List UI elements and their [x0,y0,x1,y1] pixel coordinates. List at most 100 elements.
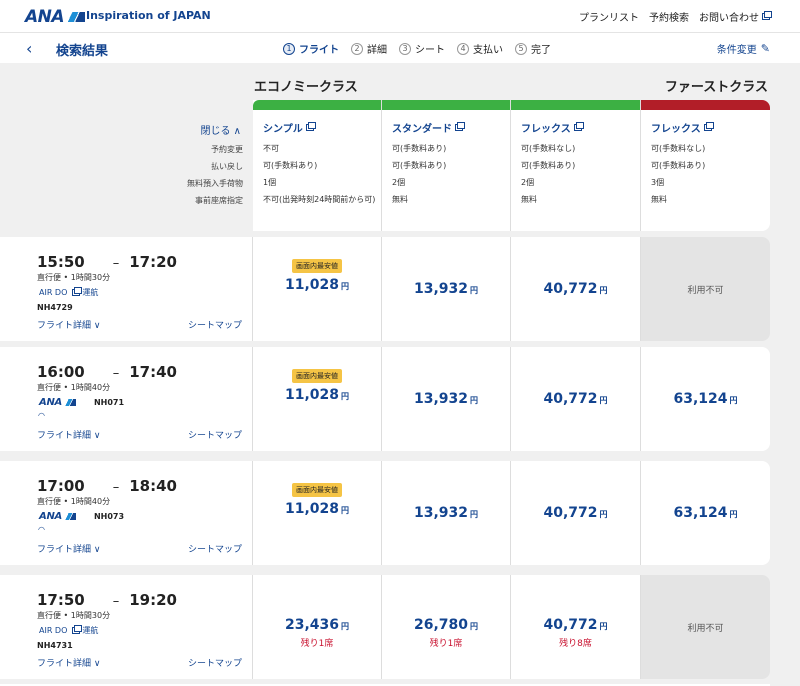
arrival-time: 17:20 [129,253,177,271]
ana-logo-mark-icon [63,399,76,406]
fare-cell: 2個 [521,178,535,187]
lowest-price-badge: 画面内最安値 [292,369,342,383]
price-cell-standard[interactable]: 26,780 円 残り1席 [382,575,511,679]
flight-detail-link[interactable]: フライト詳細 ∨ [37,542,100,555]
price-cell-simple[interactable]: 画面内最安値 11,028 円 [253,461,382,565]
fare-cell: 可(手数料あり) [392,144,447,153]
price-cell-standard[interactable]: 13,932 円 [382,461,511,565]
seatmap-link[interactable]: シートマップ [188,656,242,669]
flight-row: 15:50 –17:20 直行便 • 1時間30分 AIR DO 運航 NH4729… [0,237,770,341]
fare-column-flex: フレックス 可(手数料なし) 可(手数料あり) 2個 無料 [511,100,641,231]
price-cell-flex[interactable]: 40,772 円 残り8席 [511,575,641,679]
price: 40,772 円 [511,391,640,407]
time-separator: – [112,480,120,495]
fare-cell: 可(手数料なし) [651,144,706,153]
currency-unit: 円 [341,506,350,515]
fare-name-flex[interactable]: フレックス [521,120,640,135]
fare-cell: 可(手数料あり) [392,161,447,170]
ana-logo-mark-icon [65,12,86,22]
price-cell-flex[interactable]: 40,772 円 [511,347,641,451]
flight-number: NH073 [93,512,125,521]
price: 26,780 円 [382,617,510,633]
step-seat: 3 シート [399,41,445,56]
fare-rows: 可(手数料あり) 可(手数料あり) 2個 無料 [392,143,510,211]
flight-duration: 直行便 • 1時間40分 [37,497,111,506]
step-number: 3 [399,42,411,55]
flight-detail-link[interactable]: フライト詳細 ∨ [37,318,100,331]
external-link-icon [305,122,316,131]
operating-carrier: ANA NH073 [39,511,124,522]
currency-unit: 円 [599,510,608,519]
price-cell-standard[interactable]: 13,932 円 [382,347,511,451]
price: 13,932 円 [382,281,510,297]
price: 40,772 円 [511,505,640,521]
fare-name-simple[interactable]: シンプル [263,120,381,135]
fare-cell: 1個 [263,178,277,187]
price-cell-flex[interactable]: 40,772 円 [511,461,641,565]
top-header: ANA Inspiration of JAPAN プランリスト 予約検索 お問い… [0,0,800,32]
lowest-price-badge: 画面内最安値 [292,259,342,273]
contact-link[interactable]: お問い合わせ [699,9,772,24]
flight-duration: 直行便 • 1時間40分 [37,383,111,392]
price-value: 40,772 [543,281,598,297]
price-cell-first-flex[interactable]: 63,124 円 [641,461,770,565]
step-details: 2 詳細 [351,41,387,56]
time-separator: – [112,366,120,381]
price-cell-simple[interactable]: 画面内最安値 11,028 円 [253,347,382,451]
flight-detail-link[interactable]: フライト詳細 ∨ [37,656,100,669]
step-number: 4 [457,42,469,55]
seatmap-link[interactable]: シートマップ [188,428,242,441]
time-separator: – [112,256,120,271]
seats-remaining: 残り1席 [300,639,334,649]
price: 63,124 円 [641,391,770,407]
pencil-icon: ✎ [760,42,770,55]
flight-info: 17:00 –18:40 直行便 • 1時間40分 ANA NH073 ◠ フライト… [0,461,253,565]
fare-column-simple: シンプル 不可 可(手数料あり) 1個 不可(出発時刻24時間前から可) [253,100,382,231]
flight-row: 16:00 –17:40 直行便 • 1時間40分 ANA NH071 ◠ フライト… [0,347,770,451]
price-value: 40,772 [543,391,598,407]
operated-label: 運航 [82,288,99,297]
condition-change-button[interactable]: 条件変更 ✎ [717,41,770,56]
flight-duration: 直行便 • 1時間30分 [37,273,111,282]
back-arrow-icon[interactable]: ‹ [26,39,32,58]
arrival-time: 18:40 [129,477,177,495]
external-link-icon [762,11,772,20]
price-value: 13,932 [413,505,469,521]
close-fare-table-button[interactable]: 閉じる ∧ [201,122,242,137]
fare-color-bar [253,100,381,110]
price-cell-simple[interactable]: 23,436 円 残り1席 [253,575,382,679]
first-class-title: ファーストクラス [664,80,768,95]
reservation-search-link[interactable]: 予約検索 [649,9,689,24]
operated-label: 運航 [82,626,99,635]
price-cell-simple[interactable]: 画面内最安値 11,028 円 [253,237,382,341]
contact-link-label: お問い合わせ [699,13,759,24]
price-value: 23,436 [284,617,340,633]
flight-number: NH4729 [37,303,73,312]
price-value: 11,028 [284,277,340,293]
seatmap-link[interactable]: シートマップ [188,318,242,331]
price: 13,932 円 [382,505,510,521]
fare-color-bar [382,100,510,110]
departure-time: 15:50 [37,253,85,271]
plan-list-link[interactable]: プランリスト [579,9,639,24]
ana-logo[interactable]: ANA [25,7,86,27]
price-cell-flex[interactable]: 40,772 円 [511,237,641,341]
unavailable-label: 利用不可 [687,624,724,634]
operating-carrier[interactable]: AIR DO 運航 [39,287,98,298]
step-label: 完了 [531,45,551,56]
flight-duration: 直行便 • 1時間30分 [37,611,111,620]
price-cell-standard[interactable]: 13,932 円 [382,237,511,341]
flight-detail-link[interactable]: フライト詳細 ∨ [37,428,100,441]
unavailable-label: 利用不可 [687,286,724,296]
step-label: シート [415,45,445,56]
fare-name-first-flex[interactable]: フレックス [651,120,770,135]
fare-name-label: スタンダード [392,124,452,135]
seatmap-link[interactable]: シートマップ [188,542,242,555]
fare-name-standard[interactable]: スタンダード [392,120,510,135]
operating-carrier[interactable]: AIR DO 運航 [39,625,98,636]
seats-remaining: 残り1席 [429,639,463,649]
departure-time: 16:00 [37,363,85,381]
price-cell-first-flex[interactable]: 63,124 円 [641,347,770,451]
price-value: 13,932 [413,391,469,407]
arrival-time: 17:40 [129,363,177,381]
